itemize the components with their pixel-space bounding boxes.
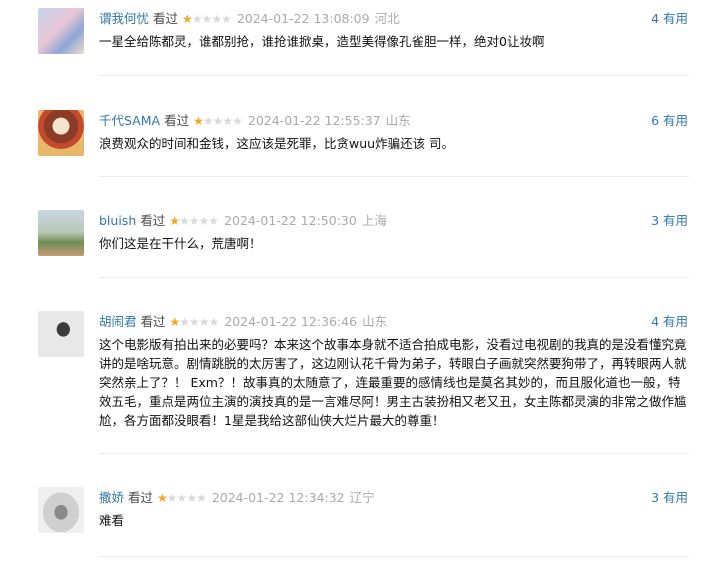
divider bbox=[99, 277, 689, 278]
rating-stars: ★★★★★ bbox=[169, 315, 220, 329]
comment-location: 山东 bbox=[385, 113, 411, 128]
username-link[interactable]: 胡闹君 bbox=[99, 314, 137, 329]
rating-stars: ★★★★★ bbox=[182, 12, 232, 26]
watch-status: 看过 bbox=[153, 11, 179, 26]
username-link[interactable]: 撒娇 bbox=[99, 490, 124, 505]
useful-vote-button[interactable]: 6 有用 bbox=[651, 112, 688, 130]
comment-text: 你们这是在干什么，荒唐啊！ bbox=[99, 236, 262, 251]
divider bbox=[99, 453, 689, 454]
divider bbox=[99, 75, 689, 76]
avatar[interactable] bbox=[38, 210, 84, 256]
comment-meta: 胡闹君 看过 ★★★★★ 2024-01-22 12:36:46 山东 bbox=[99, 313, 387, 331]
star-filled-icon: ★ bbox=[193, 114, 204, 128]
comment-text: 难看 bbox=[99, 513, 125, 528]
watch-status: 看过 bbox=[128, 490, 154, 505]
star-filled-icon: ★ bbox=[169, 315, 181, 329]
useful-vote-button[interactable]: 4 有用 bbox=[651, 10, 688, 28]
comment-time: 2024-01-22 12:34:32 bbox=[211, 490, 345, 505]
comment-text: 一星全给陈都灵，谁都别抢，谁抢谁掀桌，造型美得像孔雀胆一样，绝对0让妆啊 bbox=[99, 34, 545, 49]
comment-time: 2024-01-22 12:36:46 bbox=[224, 314, 358, 329]
star-empty-icon: ★★★★ bbox=[166, 491, 207, 505]
comment-location: 上海 bbox=[361, 213, 387, 228]
comment-text: 这个电影版有拍出来的必要吗？本来这个故事本身就不适合拍成电影，没看过电视剧的我真… bbox=[99, 337, 687, 428]
username-link[interactable]: 千代SAMA bbox=[99, 113, 160, 128]
comment-meta: 撒娇 看过 ★★★★★ 2024-01-22 12:34:32 辽宁 bbox=[99, 489, 375, 507]
star-empty-icon: ★★★★ bbox=[202, 114, 243, 128]
comment-time: 2024-01-22 13:08:09 bbox=[236, 11, 370, 26]
divider bbox=[99, 556, 689, 557]
avatar[interactable] bbox=[38, 311, 84, 357]
avatar[interactable] bbox=[38, 110, 84, 156]
rating-stars: ★★★★★ bbox=[169, 214, 219, 228]
comment-time: 2024-01-22 12:50:30 bbox=[224, 213, 357, 228]
comment-location: 河北 bbox=[374, 11, 400, 26]
comment-location: 辽宁 bbox=[349, 490, 375, 505]
star-filled-icon: ★ bbox=[169, 214, 180, 228]
comment-text: 浪费观众的时间和金钱，这应该是死罪，比贪wuu炸骗还该 司。 bbox=[99, 136, 455, 151]
useful-vote-button[interactable]: 3 有用 bbox=[651, 212, 688, 230]
avatar[interactable] bbox=[38, 8, 84, 54]
comment-list: 谓我何忧 看过 ★★★★★ 2024-01-22 13:08:09 河北 4 有用 一星… bbox=[0, 0, 721, 586]
useful-vote-button[interactable]: 4 有用 bbox=[651, 313, 688, 331]
star-empty-icon: ★★★★ bbox=[179, 214, 219, 228]
star-filled-icon: ★ bbox=[182, 12, 193, 26]
watch-status: 看过 bbox=[164, 113, 190, 128]
comment-meta: bluish 看过 ★★★★★ 2024-01-22 12:50:30 上海 bbox=[99, 212, 387, 230]
rating-stars: ★★★★★ bbox=[193, 114, 243, 128]
comment-meta: 谓我何忧 看过 ★★★★★ 2024-01-22 13:08:09 河北 bbox=[99, 10, 400, 28]
watch-status: 看过 bbox=[140, 213, 166, 228]
useful-vote-button[interactable]: 3 有用 bbox=[651, 489, 688, 507]
username-link[interactable]: bluish bbox=[99, 213, 136, 228]
rating-stars: ★★★★★ bbox=[157, 491, 207, 505]
watch-status: 看过 bbox=[140, 314, 166, 329]
comment-location: 山东 bbox=[362, 314, 388, 329]
star-empty-icon: ★★★★ bbox=[179, 315, 219, 329]
avatar[interactable] bbox=[38, 487, 84, 533]
star-filled-icon: ★ bbox=[157, 491, 168, 505]
divider bbox=[99, 176, 689, 177]
comment-meta: 千代SAMA 看过 ★★★★★ 2024-01-22 12:55:37 山东 bbox=[99, 112, 411, 130]
comment-time: 2024-01-22 12:55:37 bbox=[247, 113, 381, 128]
username-link[interactable]: 谓我何忧 bbox=[99, 11, 149, 26]
star-empty-icon: ★★★★ bbox=[191, 12, 232, 26]
